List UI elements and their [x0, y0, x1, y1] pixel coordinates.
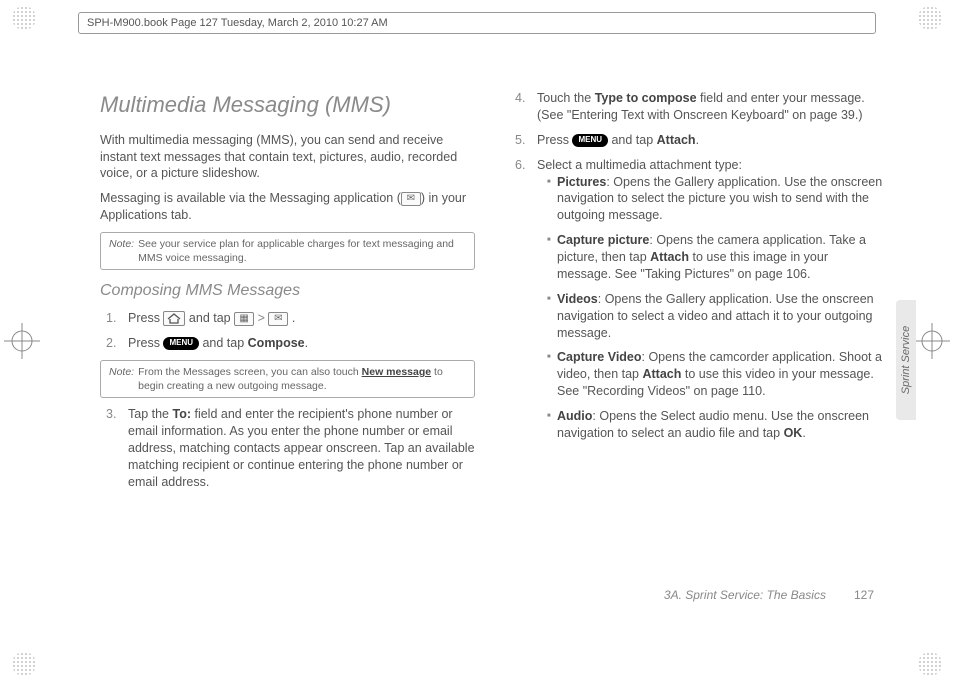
register-mark-right: [912, 321, 952, 361]
intro-paragraph-2: Messaging is available via the Messaging…: [100, 190, 475, 224]
note-label: Note:: [109, 237, 134, 265]
heading-composing: Composing MMS Messages: [100, 280, 475, 302]
step-6: Select a multimedia attachment type: Pic…: [525, 157, 884, 442]
column-left: Multimedia Messaging (MMS) With multimed…: [100, 90, 475, 592]
menu-key-chip-2: MENU: [572, 134, 608, 147]
steps-list-left: Press and tap ▦ > ✉ . Press MENU and tap…: [100, 310, 475, 352]
steps-list-right: Touch the Type to compose field and ente…: [509, 90, 884, 442]
crop-mark-tr: [918, 6, 942, 30]
home-key-icon: [163, 311, 185, 326]
type-to-compose-bold: Type to compose: [595, 91, 697, 105]
note-text-2: From the Messages screen, you can also t…: [138, 365, 466, 393]
book-header-text: SPH-M900.book Page 127 Tuesday, March 2,…: [87, 17, 388, 29]
step-4: Touch the Type to compose field and ente…: [525, 90, 884, 124]
attach-audio: Audio: Opens the Select audio menu. Use …: [547, 408, 884, 442]
attach-videos: Videos: Opens the Gallery application. U…: [547, 291, 884, 342]
footer-section: 3A. Sprint Service: The Basics: [664, 588, 826, 602]
page-footer: 3A. Sprint Service: The Basics 127: [664, 588, 874, 602]
section-tab: Sprint Service: [896, 300, 916, 420]
messaging-icon: ✉: [268, 312, 288, 326]
step-1: Press and tap ▦ > ✉ .: [116, 310, 475, 327]
heading-mms: Multimedia Messaging (MMS): [100, 90, 475, 120]
crop-mark-br: [918, 652, 942, 676]
apps-grid-icon: ▦: [234, 312, 254, 326]
attach-capture-video: Capture Video: Opens the camcorder appli…: [547, 349, 884, 400]
step-5: Press MENU and tap Attach.: [525, 132, 884, 149]
note-service-plan: Note: See your service plan for applicab…: [100, 232, 475, 270]
column-right: Touch the Type to compose field and ente…: [509, 90, 884, 592]
messaging-app-icon: ✉: [401, 192, 421, 206]
note-new-message: Note: From the Messages screen, you can …: [100, 360, 475, 398]
footer-page-number: 127: [854, 588, 874, 602]
attach-pictures: Pictures: Opens the Gallery application.…: [547, 174, 884, 225]
crop-mark-bl: [12, 652, 36, 676]
step-2: Press MENU and tap Compose.: [116, 335, 475, 352]
attachment-types-list: Pictures: Opens the Gallery application.…: [537, 174, 884, 442]
book-header-bar: SPH-M900.book Page 127 Tuesday, March 2,…: [78, 12, 876, 34]
steps-list-left-cont: Tap the To: field and enter the recipien…: [100, 406, 475, 490]
step-3: Tap the To: field and enter the recipien…: [116, 406, 475, 490]
page-body: Multimedia Messaging (MMS) With multimed…: [100, 90, 884, 592]
section-tab-label: Sprint Service: [900, 326, 912, 394]
note-label-2: Note:: [109, 365, 134, 393]
note-text: See your service plan for applicable cha…: [138, 237, 466, 265]
compose-bold: Compose: [248, 336, 305, 350]
attach-bold: Attach: [657, 133, 696, 147]
crop-mark-tl: [12, 6, 36, 30]
to-field-bold: To:: [172, 407, 191, 421]
register-mark-left: [2, 321, 42, 361]
attach-capture-picture: Capture picture: Opens the camera applic…: [547, 232, 884, 283]
intro-paragraph-1: With multimedia messaging (MMS), you can…: [100, 132, 475, 183]
menu-key-chip: MENU: [163, 337, 199, 350]
